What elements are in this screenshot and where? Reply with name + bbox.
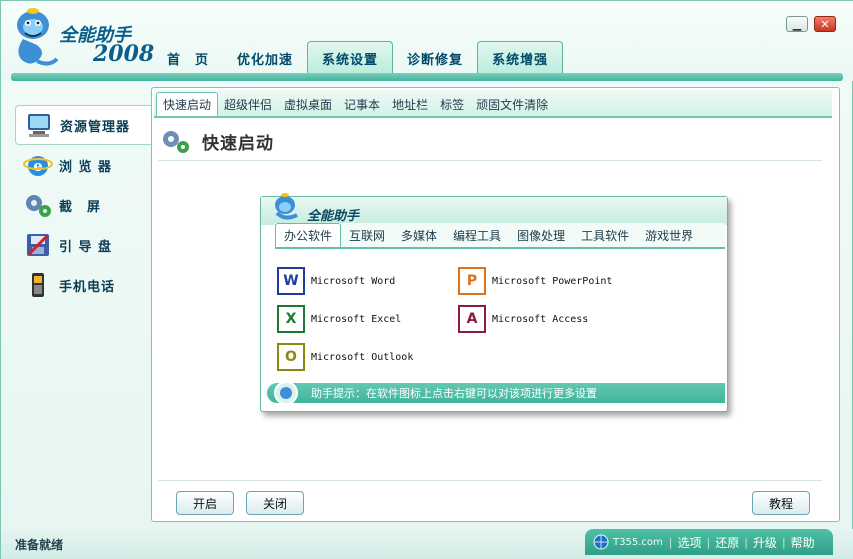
- close-button[interactable]: ✕: [814, 16, 836, 32]
- preview-tab-internet[interactable]: 互联网: [341, 223, 393, 247]
- status-text: 准备就绪: [15, 538, 64, 552]
- nav-label: 手机电话: [59, 279, 116, 295]
- sub-tab-bar: 快速启动 超级伴侣 虚拟桌面 记事本 地址栏 标签 顽固文件清除: [154, 90, 832, 118]
- nav-label: 资源管理器: [60, 119, 131, 135]
- close-feature-button[interactable]: 关闭: [246, 491, 304, 515]
- app-item-word[interactable]: W Microsoft Word: [277, 267, 395, 295]
- minimize-icon: ▁: [792, 17, 802, 31]
- close-icon: ✕: [820, 17, 830, 31]
- main-tab-bar: 首 页 优化加速 系统设置 诊断修复 系统增强: [153, 41, 564, 75]
- mobile-phone-icon: [32, 273, 44, 297]
- nav-item-explorer[interactable]: 资源管理器: [15, 105, 151, 145]
- preview-tab-programming[interactable]: 编程工具: [445, 223, 509, 247]
- open-button[interactable]: 开启: [176, 491, 234, 515]
- subtab-super-companion[interactable]: 超级伴侣: [218, 92, 278, 116]
- app-label: Microsoft Word: [311, 275, 396, 287]
- nav-label: 引 导 盘: [59, 239, 113, 255]
- powerpoint-icon: P: [458, 267, 486, 295]
- tab-system-enhance[interactable]: 系统增强: [477, 41, 564, 75]
- preview-tab-games[interactable]: 游戏世界: [637, 223, 701, 247]
- screenshot-gears-icon: [26, 195, 51, 217]
- subtab-tags[interactable]: 标签: [434, 92, 470, 116]
- app-label: Microsoft Excel: [311, 313, 402, 325]
- tutorial-button[interactable]: 教程: [752, 491, 810, 515]
- outlook-icon: O: [277, 343, 305, 371]
- assistant-tip-text: 助手提示：在软件图标上点击右键可以对该项进行更多设置: [311, 387, 597, 400]
- site-link[interactable]: T355.com: [613, 537, 663, 548]
- subtab-quick-launch[interactable]: 快速启动: [156, 92, 219, 116]
- tab-diagnose-repair[interactable]: 诊断修复: [393, 43, 477, 73]
- app-item-powerpoint[interactable]: P Microsoft PowerPoint: [458, 267, 612, 295]
- subtab-notepad[interactable]: 记事本: [338, 92, 386, 116]
- globe-icon: [593, 534, 609, 550]
- tab-home[interactable]: 首 页: [153, 43, 223, 73]
- excel-icon: X: [277, 305, 305, 333]
- preview-title: 全能助手: [307, 209, 360, 224]
- tab-system-settings[interactable]: 系统设置: [307, 41, 394, 75]
- preview-tab-image[interactable]: 图像处理: [509, 223, 573, 247]
- app-year: 2008: [93, 41, 155, 67]
- nav-item-browser[interactable]: e 浏 览 器: [15, 145, 151, 185]
- left-nav: 资源管理器 e 浏 览 器 截 屏 引 导 盘 手机电话: [15, 105, 151, 525]
- assistant-tip-bar: 助手提示：在软件图标上点击右键可以对该项进行更多设置: [267, 381, 725, 405]
- preview-tab-office[interactable]: 办公软件: [275, 223, 342, 247]
- app-item-excel[interactable]: X Microsoft Excel: [277, 305, 401, 333]
- options-link[interactable]: 选项: [672, 534, 706, 551]
- status-bar: 准备就绪 T355.com | 选项 | 还原 | 升级 | 帮助: [1, 529, 853, 559]
- section-header: 快速启动: [160, 126, 274, 156]
- app-item-access[interactable]: A Microsoft Access: [458, 305, 588, 333]
- header-divider: [11, 73, 843, 81]
- genie-mascot-icon: [17, 8, 59, 66]
- boot-disk-icon: [27, 234, 49, 256]
- preview-header: 全能助手: [261, 193, 727, 225]
- minimize-button[interactable]: ▁: [786, 16, 808, 32]
- app-label: Microsoft Access: [492, 313, 589, 325]
- word-icon: W: [277, 267, 305, 295]
- divider: [158, 160, 822, 161]
- help-link[interactable]: 帮助: [786, 534, 820, 551]
- access-icon: A: [458, 305, 486, 333]
- nav-item-mobile-phone[interactable]: 手机电话: [15, 265, 151, 305]
- preview-tab-multimedia[interactable]: 多媒体: [393, 223, 445, 247]
- subtab-stubborn-file-removal[interactable]: 顽固文件清除: [470, 92, 554, 116]
- gears-icon: [163, 131, 189, 153]
- app-window: 全能助手 2008 ▁ ✕ 首 页 优化加速 系统设置 诊断修复 系统增强 资源…: [0, 0, 853, 559]
- divider: [158, 480, 822, 481]
- restore-link[interactable]: 还原: [710, 534, 744, 551]
- genie-tip-icon: [274, 381, 298, 405]
- app-item-outlook[interactable]: O Microsoft Outlook: [277, 343, 413, 371]
- status-links: T355.com | 选项 | 还原 | 升级 | 帮助: [585, 529, 833, 555]
- nav-item-screenshot[interactable]: 截 屏: [15, 185, 151, 225]
- app-logo: 全能助手 2008: [7, 5, 157, 71]
- upgrade-link[interactable]: 升级: [748, 534, 782, 551]
- subtab-address-bar[interactable]: 地址栏: [386, 92, 434, 116]
- computer-icon: [28, 114, 50, 137]
- preview-tab-bar: 办公软件 互联网 多媒体 编程工具 图像处理 工具软件 游戏世界: [275, 223, 725, 249]
- subtab-virtual-desktop[interactable]: 虚拟桌面: [278, 92, 338, 116]
- nav-label: 浏 览 器: [59, 159, 113, 175]
- app-label: Microsoft Outlook: [311, 351, 414, 363]
- content-panel: 快速启动 超级伴侣 虚拟桌面 记事本 地址栏 标签 顽固文件清除 快速启动 全能…: [151, 87, 840, 522]
- section-title: 快速启动: [202, 133, 274, 154]
- quick-launch-preview: 全能助手 办公软件 互联网 多媒体 编程工具 图像处理 工具软件 游戏世界 W …: [260, 193, 728, 412]
- preview-tab-tools[interactable]: 工具软件: [573, 223, 637, 247]
- nav-item-boot-disk[interactable]: 引 导 盘: [15, 225, 151, 265]
- nav-label: 截 屏: [59, 199, 102, 215]
- tab-optimize[interactable]: 优化加速: [223, 43, 307, 73]
- app-label: Microsoft PowerPoint: [492, 275, 613, 287]
- header: 全能助手 2008 ▁ ✕ 首 页 优化加速 系统设置 诊断修复 系统增强: [1, 1, 853, 81]
- browser-icon: e: [23, 156, 53, 176]
- genie-mascot-icon: [275, 193, 298, 220]
